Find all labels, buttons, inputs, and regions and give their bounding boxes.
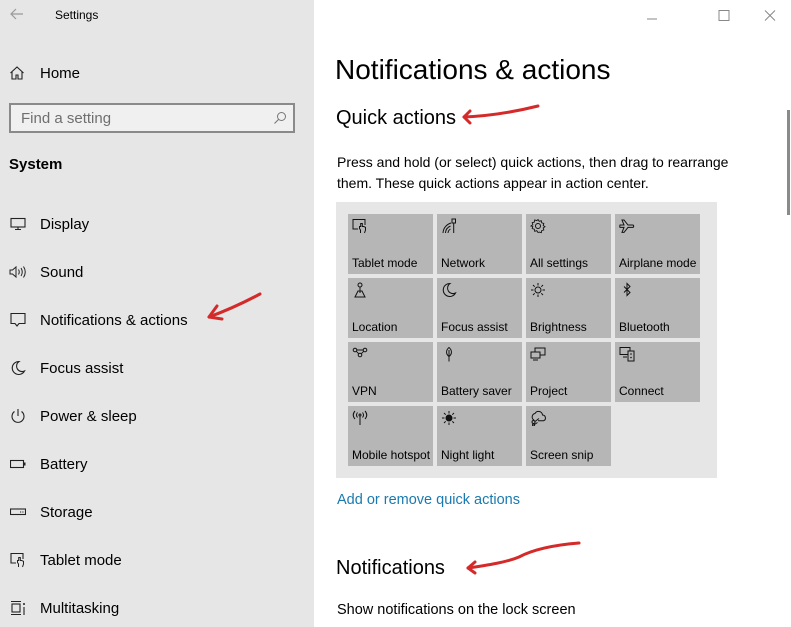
quick-action-bluetooth[interactable]: Bluetooth (615, 278, 700, 338)
battery-saver-icon (446, 346, 452, 362)
tablet-mode-icon (9, 551, 27, 569)
sidebar-item-label: Notifications & actions (40, 311, 188, 329)
quick-actions-grid: Tablet mode Network All settings Airplan… (336, 202, 717, 478)
search-input[interactable] (11, 105, 271, 131)
scrollbar[interactable] (787, 110, 790, 215)
vpn-icon (352, 347, 368, 358)
location-icon (354, 282, 366, 298)
quick-action-focus-assist[interactable]: Focus assist (437, 278, 522, 338)
gear-icon (530, 218, 546, 234)
mobile-hotspot-icon (352, 410, 368, 425)
sidebar-item-sound[interactable]: Sound (9, 260, 299, 284)
sidebar-item-label: Storage (40, 503, 93, 521)
sidebar-item-label: Sound (40, 263, 84, 281)
close-button[interactable] (760, 6, 780, 26)
lock-screen-notifications-label: Show notifications on the lock screen (337, 602, 576, 618)
quick-action-screen-snip[interactable]: Screen snip (526, 406, 611, 466)
sidebar: Settings Home System Display Sound Notif… (0, 0, 314, 627)
sound-icon (9, 263, 27, 281)
sidebar-item-label: Focus assist (40, 359, 124, 377)
quick-action-vpn[interactable]: VPN (348, 342, 433, 402)
sidebar-item-tablet-mode[interactable]: Tablet mode (9, 548, 299, 572)
sidebar-item-label: Multitasking (40, 599, 120, 617)
sidebar-item-label: Battery (40, 455, 88, 473)
multitasking-icon (9, 599, 27, 617)
search-icon[interactable] (273, 111, 287, 125)
display-icon (9, 215, 27, 233)
moon-icon (9, 359, 27, 377)
network-icon (442, 218, 456, 234)
moon-icon (442, 282, 457, 297)
sidebar-item-multitasking[interactable]: Multitasking (9, 596, 299, 620)
quick-action-battery-saver[interactable]: Battery saver (437, 342, 522, 402)
maximize-button[interactable] (714, 6, 734, 26)
search-box[interactable] (9, 103, 295, 133)
quick-action-connect[interactable]: Connect (615, 342, 700, 402)
section-title-system: System (9, 156, 63, 173)
sidebar-item-display[interactable]: Display (9, 212, 299, 236)
notifications-icon (9, 311, 27, 329)
quick-action-mobile-hotspot[interactable]: Mobile hotspot (348, 406, 433, 466)
power-icon (9, 407, 27, 425)
sidebar-item-storage[interactable]: Storage (9, 500, 299, 524)
sidebar-item-focus-assist[interactable]: Focus assist (9, 356, 299, 380)
quick-action-network[interactable]: Network (437, 214, 522, 274)
airplane-icon (619, 219, 635, 233)
app-title: Settings (55, 8, 99, 22)
sidebar-item-label: Tablet mode (40, 551, 122, 569)
home-icon (9, 65, 27, 81)
annotation-arrow (466, 541, 581, 575)
quick-actions-description: Press and hold (or select) quick actions… (337, 154, 729, 191)
bluetooth-icon (623, 282, 631, 297)
add-remove-quick-actions-link[interactable]: Add or remove quick actions (337, 492, 520, 508)
screen-snip-icon (531, 410, 546, 426)
brightness-icon (531, 283, 545, 297)
sidebar-item-notifications[interactable]: Notifications & actions (9, 308, 299, 332)
page-title: Notifications & actions (335, 54, 611, 85)
main-content: Notifications & actions Quick actions Pr… (314, 0, 791, 627)
sidebar-home[interactable]: Home (9, 62, 80, 84)
quick-action-location[interactable]: Location (348, 278, 433, 338)
notifications-heading: Notifications (336, 557, 445, 579)
quick-action-brightness[interactable]: Brightness (526, 278, 611, 338)
home-label: Home (40, 64, 81, 82)
quick-action-all-settings[interactable]: All settings (526, 214, 611, 274)
tablet-mode-icon (352, 219, 366, 234)
connect-icon (619, 347, 635, 362)
battery-icon (9, 455, 27, 473)
storage-icon (9, 503, 27, 521)
sidebar-item-power-sleep[interactable]: Power & sleep (9, 404, 299, 428)
project-icon (530, 347, 546, 361)
quick-actions-heading: Quick actions (336, 107, 457, 129)
quick-action-airplane-mode[interactable]: Airplane mode (615, 214, 700, 274)
quick-action-night-light[interactable]: Night light (437, 406, 522, 466)
back-arrow-icon (10, 8, 23, 20)
quick-action-project[interactable]: Project (526, 342, 611, 402)
minimize-button[interactable] (642, 6, 662, 26)
annotation-arrow (462, 104, 540, 125)
sidebar-item-battery[interactable]: Battery (9, 452, 299, 476)
sidebar-item-label: Display (40, 215, 90, 233)
sidebar-item-label: Power & sleep (40, 407, 137, 425)
quick-action-tablet-mode[interactable]: Tablet mode (348, 214, 433, 274)
back-button[interactable] (9, 6, 27, 24)
night-light-icon (442, 411, 456, 425)
